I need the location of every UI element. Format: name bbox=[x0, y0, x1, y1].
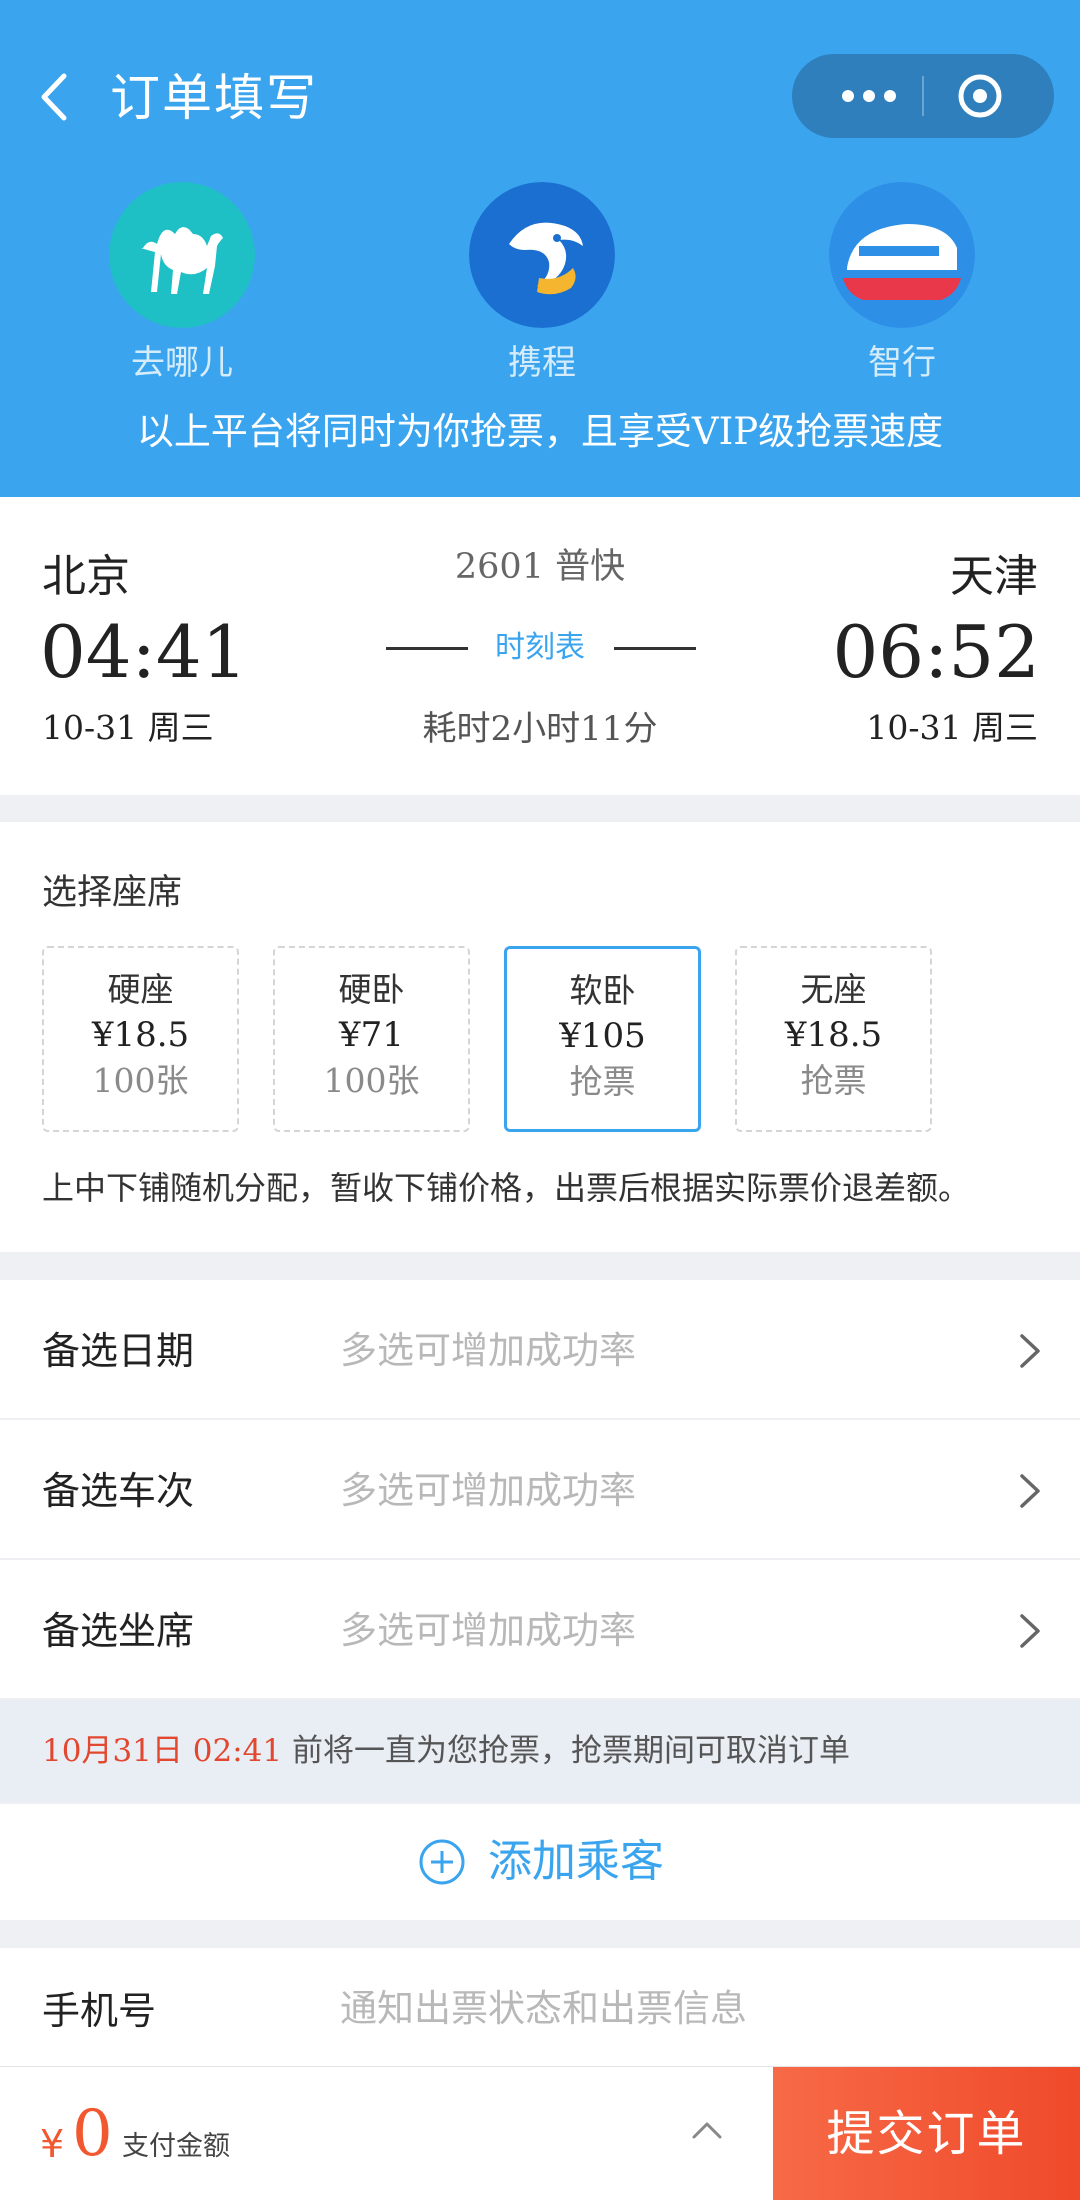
add-passenger-card: 添加乘客 bbox=[0, 1804, 1080, 1920]
divider-line bbox=[614, 647, 696, 650]
divider-line bbox=[386, 647, 468, 650]
seat-option-no-seat[interactable]: 无座 ¥18.5 抢票 bbox=[735, 946, 932, 1132]
seat-option-hard-sleeper[interactable]: 硬卧 ¥71 100张 bbox=[273, 946, 470, 1132]
seat-name: 硬卧 bbox=[338, 970, 405, 1009]
submit-order-button[interactable]: 提交订单 bbox=[773, 2067, 1080, 2200]
platform-name: 携程 bbox=[508, 343, 576, 383]
mini-program-capsule bbox=[792, 54, 1054, 138]
arrival-date: 10-31 周三 bbox=[866, 708, 1038, 747]
add-passenger-label: 添加乘客 bbox=[488, 1836, 664, 1887]
platform-qunar: 去哪儿 bbox=[109, 182, 255, 386]
order-form-page: 订单填写 去哪儿 携程 智行 以上平台将同时为你抢票，且享受VIP级抢票速度 北… bbox=[0, 0, 1080, 2200]
arrival-city: 天津 bbox=[950, 551, 1038, 602]
seat-price: ¥18.5 bbox=[91, 1015, 190, 1055]
schedule-link[interactable]: 时刻表 bbox=[480, 627, 600, 669]
alternate-date-row[interactable]: 备选日期 多选可增加成功率 bbox=[0, 1280, 1080, 1418]
platform-zhixing: 智行 bbox=[829, 182, 975, 386]
notice-text: 前将一直为您抢票，抢票期间可取消订单 bbox=[282, 1733, 850, 1769]
header: 订单填写 去哪儿 携程 智行 以上平台将同时为你抢票，且享受VIP级抢票速度 bbox=[0, 0, 1080, 497]
alternate-seat-row[interactable]: 备选坐席 多选可增加成功率 bbox=[0, 1560, 1080, 1698]
row-hint: 多选可增加成功率 bbox=[340, 1329, 636, 1372]
seat-name: 硬座 bbox=[107, 970, 174, 1009]
berth-allocation-note: 上中下铺随机分配，暂收下铺价格，出票后根据实际票价退差额。 bbox=[42, 1169, 971, 1207]
seat-stock: 100张 bbox=[323, 1061, 420, 1100]
platform-ctrip: 携程 bbox=[469, 182, 615, 386]
row-label: 备选日期 bbox=[42, 1329, 195, 1373]
departure-time: 04:41 bbox=[40, 610, 248, 694]
seat-stock: 抢票 bbox=[800, 1061, 867, 1100]
platform-note: 以上平台将同时为你抢票，且享受VIP级抢票速度 bbox=[136, 410, 944, 453]
back-arrow-icon[interactable] bbox=[30, 62, 78, 132]
seat-stock: 抢票 bbox=[569, 1062, 636, 1101]
close-target-icon[interactable] bbox=[952, 72, 1008, 120]
platform-name: 去哪儿 bbox=[131, 343, 233, 383]
arrival-time: 06:52 bbox=[832, 610, 1041, 694]
phone-row: 手机号 bbox=[0, 1948, 1080, 2068]
add-passenger-button[interactable]: 添加乘客 bbox=[418, 1828, 664, 1896]
seat-price: ¥105 bbox=[559, 1016, 646, 1056]
row-label: 备选车次 bbox=[42, 1469, 195, 1513]
seat-price: ¥18.5 bbox=[784, 1015, 883, 1055]
seat-option-hard-seat[interactable]: 硬座 ¥18.5 100张 bbox=[42, 946, 239, 1132]
chevron-right-icon bbox=[1020, 1334, 1040, 1368]
capsule-divider bbox=[922, 76, 924, 116]
chevron-right-icon bbox=[1020, 1614, 1040, 1648]
train-number: 2601 普快 bbox=[454, 547, 626, 587]
payment-amount: 0 bbox=[72, 2097, 113, 2171]
plus-circle-icon bbox=[419, 1839, 465, 1885]
row-hint: 多选可增加成功率 bbox=[340, 1469, 636, 1512]
more-icon[interactable] bbox=[834, 82, 904, 110]
chevron-up-icon[interactable] bbox=[688, 2117, 726, 2143]
currency-symbol: ¥ bbox=[40, 2122, 65, 2166]
seat-section-title: 选择座席 bbox=[42, 873, 183, 913]
phone-label: 手机号 bbox=[42, 1989, 157, 2033]
deadline-time: 10月31日 02:41 bbox=[42, 1733, 283, 1769]
seat-name: 无座 bbox=[800, 970, 867, 1009]
departure-city: 北京 bbox=[42, 551, 130, 602]
departure-date: 10-31 周三 bbox=[42, 708, 214, 747]
payment-amount-label: 支付金额 bbox=[122, 2131, 230, 2162]
seat-option-soft-sleeper[interactable]: 软卧 ¥105 抢票 bbox=[504, 946, 701, 1132]
chevron-right-icon bbox=[1020, 1474, 1040, 1508]
phone-input[interactable] bbox=[340, 1978, 1020, 2038]
grab-ticket-notice: 10月31日 02:41 前将一直为您抢票，抢票期间可取消订单 bbox=[0, 1700, 1080, 1802]
travel-duration: 耗时2小时11分 bbox=[422, 709, 658, 749]
bottom-bar: ¥ 0 支付金额 提交订单 bbox=[0, 2066, 1080, 2200]
dolphin-icon bbox=[469, 182, 615, 328]
row-hint: 多选可增加成功率 bbox=[340, 1609, 636, 1652]
seat-name: 软卧 bbox=[569, 971, 636, 1010]
seat-stock: 100张 bbox=[92, 1061, 189, 1100]
seat-price: ¥71 bbox=[339, 1015, 404, 1055]
page-title: 订单填写 bbox=[110, 69, 318, 127]
camel-icon bbox=[109, 182, 255, 328]
row-label: 备选坐席 bbox=[42, 1609, 195, 1653]
alternate-train-row[interactable]: 备选车次 多选可增加成功率 bbox=[0, 1420, 1080, 1558]
train-info-card: 北京 天津 2601 普快 04:41 06:52 时刻表 10-31 周三 耗… bbox=[0, 497, 1080, 795]
seat-selection-card: 选择座席 硬座 ¥18.5 100张 硬卧 ¥71 100张 软卧 ¥105 抢… bbox=[0, 822, 1080, 1252]
train-icon bbox=[829, 182, 975, 328]
platform-name: 智行 bbox=[868, 343, 936, 383]
